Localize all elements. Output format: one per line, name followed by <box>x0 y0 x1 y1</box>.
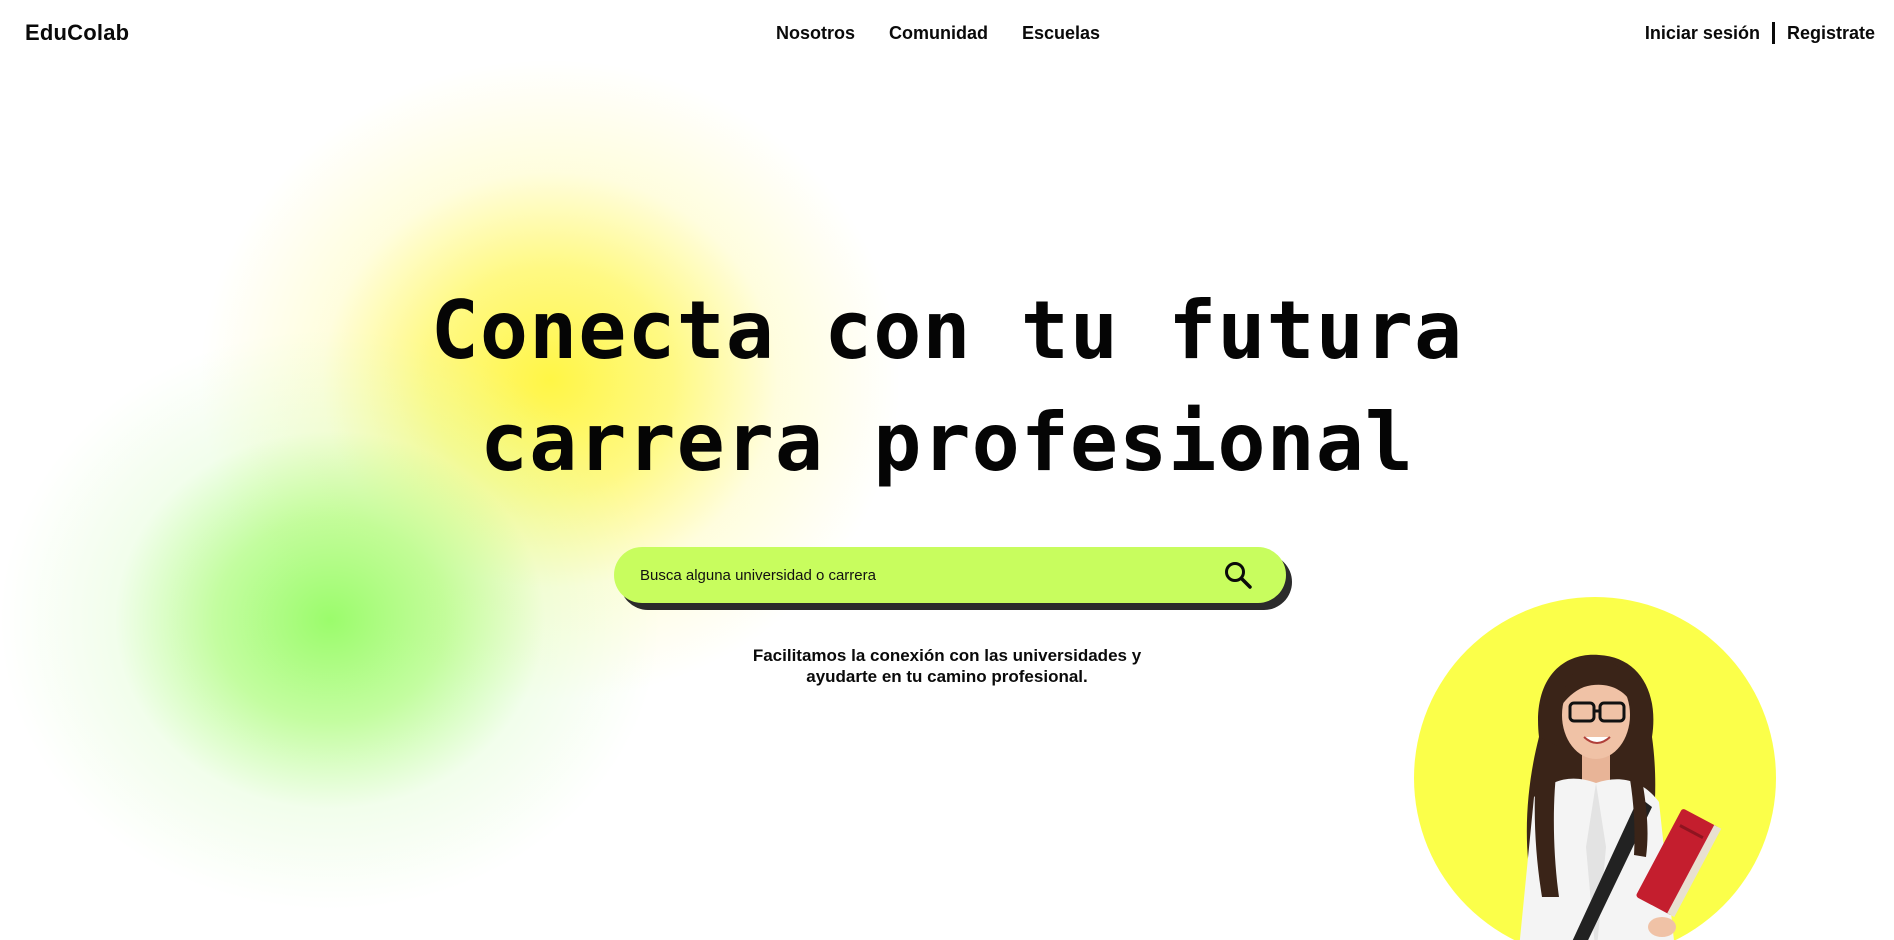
search-container <box>614 547 1292 610</box>
nav-link-nosotros[interactable]: Nosotros <box>776 23 855 44</box>
hero-title-line-1: Conecta con tu futura <box>430 284 1464 377</box>
brand-logo[interactable]: EduColab <box>25 20 129 46</box>
nav-link-escuelas[interactable]: Escuelas <box>1022 23 1100 44</box>
register-link[interactable]: Registrate <box>1787 23 1875 44</box>
student-illustration <box>1414 597 1776 940</box>
login-link[interactable]: Iniciar sesión <box>1645 23 1760 44</box>
auth-links: Iniciar sesión Registrate <box>1645 22 1875 44</box>
hero-title: Conecta con tu futura carrera profesiona… <box>0 275 1894 499</box>
search-button[interactable] <box>1218 555 1258 595</box>
top-navigation: EduColab Nosotros Comunidad Escuelas Ini… <box>0 0 1894 68</box>
nav-link-comunidad[interactable]: Comunidad <box>889 23 988 44</box>
main-nav-links: Nosotros Comunidad Escuelas <box>776 23 1100 44</box>
search-icon <box>1225 562 1252 589</box>
auth-divider <box>1771 22 1775 44</box>
hero-title-line-2: carrera profesional <box>479 396 1415 489</box>
landing-page: EduColab Nosotros Comunidad Escuelas Ini… <box>0 0 1894 940</box>
search-bar <box>614 547 1286 603</box>
student-photo <box>1519 654 1722 940</box>
search-input[interactable] <box>638 554 1218 596</box>
